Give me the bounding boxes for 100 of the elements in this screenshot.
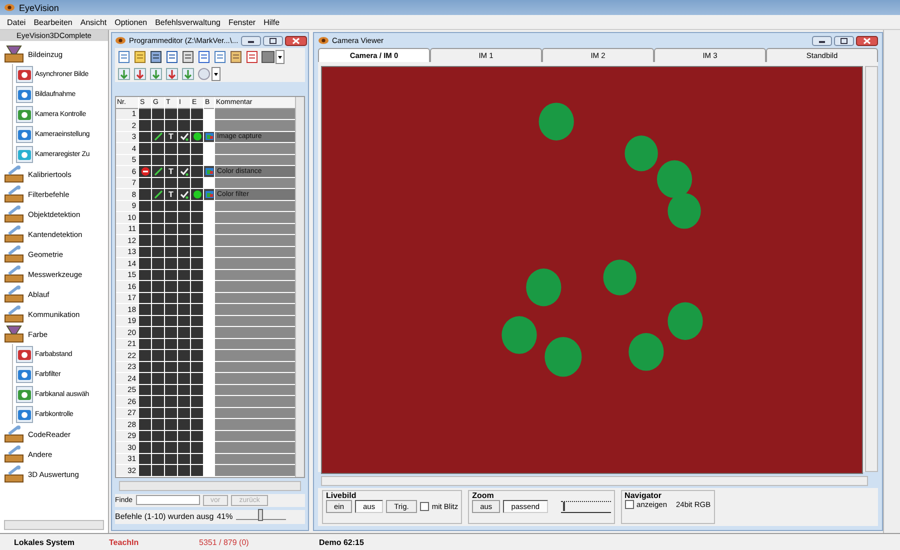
table-cell: [152, 430, 164, 442]
table-cell: [139, 373, 151, 384]
table-cell: [191, 154, 203, 166]
table-cell: [165, 396, 177, 408]
camera-tool-icon: [16, 86, 33, 102]
table-cell: [165, 212, 177, 224]
menu-item[interactable]: Befehlsverwaltung: [151, 18, 224, 26]
table-cell: [152, 454, 164, 465]
group-title: Zoom: [472, 491, 495, 500]
table-cell: [139, 224, 151, 235]
table-cell: [139, 384, 151, 396]
table-cell: [191, 442, 203, 454]
table-cell: [178, 304, 190, 316]
menu-item[interactable]: Fenster: [224, 18, 260, 26]
eye-logo-icon: [318, 36, 329, 45]
table-cell: [165, 154, 177, 166]
table-cell: [178, 281, 190, 292]
new-file-icon[interactable]: [117, 50, 131, 64]
table-cell: [139, 316, 151, 327]
table-cell: [178, 430, 190, 442]
table-cell: [139, 235, 151, 246]
table-cell: [139, 408, 151, 419]
menu-item[interactable]: Hilfe: [260, 18, 284, 26]
table-cell: [178, 270, 190, 281]
table-cell: [191, 384, 203, 396]
table-cell: [178, 408, 190, 419]
table-cell: T: [165, 132, 177, 143]
table-cell: [165, 258, 177, 270]
close-icon[interactable]: [856, 36, 878, 46]
table-cell: [152, 235, 164, 246]
table-cell: [191, 292, 203, 304]
table-cell: [191, 408, 203, 419]
minimize-icon[interactable]: [241, 36, 262, 46]
group-title: Navigator: [624, 491, 662, 500]
eye-logo-icon: [4, 3, 15, 12]
table-cell: [191, 235, 203, 246]
camera-tool-icon: [16, 126, 33, 142]
table-cell: [152, 258, 164, 270]
table-cell: [178, 224, 190, 235]
menu-item[interactable]: Ansicht: [76, 18, 111, 26]
zoom-slider[interactable]: [236, 509, 286, 520]
table-cell: [165, 292, 177, 304]
table-cell: [139, 442, 151, 454]
table-cell: [152, 212, 164, 224]
checkbox[interactable]: [420, 502, 429, 511]
find-field[interactable]: [136, 495, 200, 505]
table-cell: [165, 270, 177, 281]
table-cell: [165, 178, 177, 189]
table-cell: [165, 200, 177, 212]
demo-timer: Demo 62:15: [319, 538, 364, 546]
table-cell: [152, 292, 164, 304]
table-cell: [191, 350, 203, 362]
table-cell: [152, 338, 164, 350]
table-cell: [152, 270, 164, 281]
menu-item[interactable]: Bearbeiten: [30, 18, 76, 26]
table-cell: [191, 304, 203, 316]
table-cell: [152, 362, 164, 373]
table-cell: [191, 430, 203, 442]
table-cell: T: [165, 189, 177, 200]
zoom-slider[interactable]: [560, 500, 611, 512]
table-cell: [139, 212, 151, 224]
table-cell: [152, 246, 164, 258]
counter-label: 5351 / 879 (0): [199, 538, 250, 546]
horizontal-scrollbar[interactable]: [119, 480, 301, 490]
table-cell: [178, 316, 190, 327]
horizontal-scrollbar[interactable]: [321, 476, 868, 486]
table-cell: [178, 338, 190, 350]
table-cell: [191, 258, 203, 270]
maximize-icon[interactable]: [263, 36, 284, 46]
table-cell: [165, 120, 177, 132]
eye-logo-icon: [115, 36, 126, 45]
minimize-icon[interactable]: [812, 36, 832, 46]
table-cell: [191, 246, 203, 258]
horizontal-scrollbar[interactable]: [4, 520, 104, 530]
table-cell: [165, 304, 177, 316]
table-cell: [139, 396, 151, 408]
table-cell: [152, 373, 164, 384]
table-cell: [152, 419, 164, 430]
vertical-scrollbar[interactable]: [865, 66, 878, 472]
table-cell: [191, 212, 203, 224]
menu-item[interactable]: Optionen: [110, 18, 152, 26]
vertical-scrollbar[interactable]: [295, 97, 304, 476]
color-dropdown-icon[interactable]: [261, 50, 285, 64]
table-cell: [152, 316, 164, 327]
document-icon[interactable]: [245, 50, 259, 64]
table-cell: [178, 384, 190, 396]
table-cell: [165, 430, 177, 442]
table-cell: [152, 350, 164, 362]
close-icon[interactable]: [285, 36, 308, 46]
table-cell: [191, 454, 203, 465]
table-cell: [165, 327, 177, 338]
menu-item[interactable]: Datei: [3, 18, 30, 26]
checkbox[interactable]: [624, 500, 634, 509]
table-cell: [191, 373, 203, 384]
table-cell: [152, 327, 164, 338]
table-cell: T: [165, 166, 177, 178]
table-cell: [191, 362, 203, 373]
table-cell: [139, 327, 151, 338]
maximize-icon[interactable]: [834, 36, 854, 46]
table-cell: [165, 143, 177, 154]
